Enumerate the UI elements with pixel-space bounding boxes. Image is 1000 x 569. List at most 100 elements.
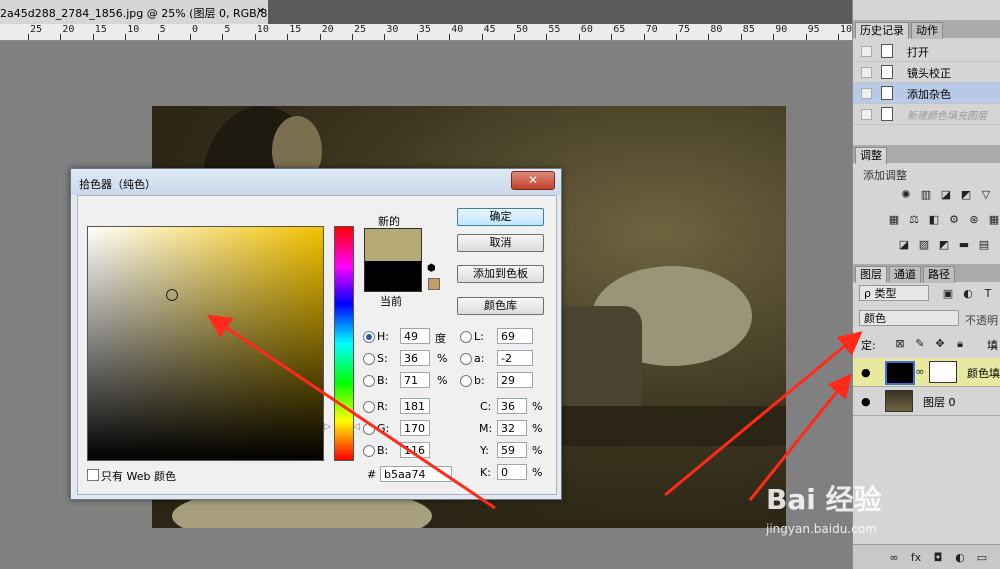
color-libraries-button[interactable]: 颜色库 (457, 297, 544, 315)
history-item-selected[interactable]: 添加杂色 (853, 83, 1000, 104)
hue-slider[interactable] (334, 226, 354, 461)
radio-b[interactable] (363, 375, 375, 387)
lock-paint-icon[interactable]: ✎ (913, 337, 927, 350)
lock-transparent-icon[interactable]: ⊠ (893, 337, 907, 350)
history-checkbox[interactable] (861, 88, 872, 99)
input-m[interactable]: 32 (497, 420, 527, 436)
ok-button[interactable]: 确定 (457, 208, 544, 226)
add-to-swatches-button[interactable]: 添加到色板 (457, 265, 544, 283)
adjustment-icon[interactable]: ▦ (887, 213, 901, 226)
input-blue[interactable]: 116 (400, 442, 430, 458)
adjustment-icon[interactable]: ◩ (959, 188, 973, 201)
input-g[interactable]: 170 (400, 420, 430, 436)
adjustment-icon[interactable]: ◧ (927, 213, 941, 226)
unit-m: % (532, 422, 543, 435)
input-lab-b[interactable]: 29 (497, 372, 533, 388)
tab-actions[interactable]: 动作 (911, 22, 943, 39)
blend-mode-select[interactable]: 颜色 (859, 310, 959, 326)
adjustment-filter-icon[interactable]: ◐ (961, 287, 975, 300)
type-filter-icon[interactable]: T (981, 287, 995, 300)
unit-k: % (532, 466, 543, 479)
history-checkbox[interactable] (861, 67, 872, 78)
tab-layers[interactable]: 图层 (855, 266, 887, 283)
adjustment-icon[interactable]: ⊛ (967, 213, 981, 226)
radio-s[interactable] (363, 353, 375, 365)
layer-filter-select[interactable]: ρ 类型 (859, 285, 929, 301)
adjustment-icon[interactable]: ▽ (979, 188, 993, 201)
history-item[interactable]: 新建颜色填充图层 (853, 104, 1000, 125)
radio-lab-b[interactable] (460, 375, 472, 387)
input-r[interactable]: 181 (400, 398, 430, 414)
input-s[interactable]: 36 (400, 350, 430, 366)
layer-name: 颜色填 (967, 367, 1000, 380)
adjustment-icon[interactable]: ◪ (939, 188, 953, 201)
layer-thumbnail[interactable] (885, 390, 913, 412)
layer-row-layer-0[interactable]: ● 图层 0 (853, 387, 1000, 416)
radio-r[interactable] (363, 401, 375, 413)
input-c[interactable]: 36 (497, 398, 527, 414)
ruler-tick-label: 40 (451, 24, 464, 35)
input-y[interactable]: 59 (497, 442, 527, 458)
layer-row-color-fill[interactable]: ● ∞ 颜色填 (853, 358, 1000, 387)
tab-channels[interactable]: 通道 (889, 266, 921, 283)
color-cursor-icon[interactable] (166, 289, 178, 301)
input-k[interactable]: 0 (497, 464, 527, 480)
fill-thumbnail[interactable] (885, 361, 915, 385)
ruler-tick (578, 34, 580, 40)
ruler-tick-label: 10 (256, 24, 269, 35)
input-l[interactable]: 69 (497, 328, 533, 344)
eye-icon[interactable]: ● (861, 366, 871, 379)
adjustment-icon[interactable]: ◪ (897, 238, 911, 251)
web-only-checkbox[interactable] (87, 469, 99, 481)
layer-name: 图层 0 (923, 396, 956, 409)
unit-y: % (532, 444, 543, 457)
lock-move-icon[interactable]: ✥ (933, 337, 947, 350)
document-tab[interactable]: 2a45d288_2784_1856.jpg @ 25% (图层 0, RGB/… (0, 0, 290, 24)
history-item[interactable]: 打开 (853, 41, 1000, 62)
new-adjustment-icon[interactable]: ◐ (953, 551, 967, 564)
new-group-icon[interactable]: ▭ (975, 551, 989, 564)
cube-icon[interactable]: ⬢ (427, 263, 436, 274)
tab-paths[interactable]: 路径 (923, 266, 955, 283)
history-checkbox[interactable] (861, 46, 872, 57)
mask-thumbnail[interactable] (929, 361, 957, 383)
link-icon[interactable]: ∞ (913, 365, 927, 378)
web-only-label: 只有 Web 颜色 (101, 470, 176, 483)
adjustment-icon[interactable]: ◩ (937, 238, 951, 251)
radio-a[interactable] (460, 353, 472, 365)
history-item-label: 添加杂色 (907, 88, 951, 101)
adjustment-icon[interactable]: ✺ (899, 188, 913, 201)
history-checkbox[interactable] (861, 109, 872, 120)
adjustment-icon[interactable]: ▦ (987, 213, 1000, 226)
saturation-brightness-field[interactable] (87, 226, 324, 461)
tab-history[interactable]: 历史记录 (855, 22, 909, 39)
adjustment-icon[interactable]: ⚙ (947, 213, 961, 226)
radio-blue[interactable] (363, 445, 375, 457)
close-icon[interactable]: × (256, 4, 266, 18)
history-item[interactable]: 镜头校正 (853, 62, 1000, 83)
radio-h[interactable] (363, 331, 375, 343)
radio-g[interactable] (363, 423, 375, 435)
input-a[interactable]: -2 (497, 350, 533, 366)
image-filter-icon[interactable]: ▣ (941, 287, 955, 300)
adjustment-icon[interactable]: ▨ (917, 238, 931, 251)
tab-adjustments[interactable]: 调整 (855, 147, 887, 164)
ruler-tick (546, 34, 548, 40)
input-b[interactable]: 71 (400, 372, 430, 388)
radio-l[interactable] (460, 331, 472, 343)
close-icon[interactable]: ✕ (511, 171, 555, 190)
adjustment-icon[interactable]: ▥ (919, 188, 933, 201)
hue-slider-right-arrow-icon[interactable]: ◁ (353, 422, 360, 432)
input-h[interactable]: 49 (400, 328, 430, 344)
hex-input[interactable]: b5aa74 (380, 466, 452, 482)
adjustment-icon[interactable]: ▤ (977, 238, 991, 251)
current-color-swatch[interactable] (364, 261, 422, 292)
web-safe-swatch[interactable] (428, 278, 440, 290)
eye-icon[interactable]: ● (861, 395, 871, 408)
hue-slider-left-arrow-icon[interactable]: ▷ (324, 422, 331, 432)
cancel-button[interactable]: 取消 (457, 234, 544, 252)
adjustment-icon[interactable]: ⚖ (907, 213, 921, 226)
adjustment-icon[interactable]: ▬ (957, 238, 971, 251)
dialog-titlebar[interactable]: 拾色器（纯色） ✕ (71, 169, 561, 195)
lock-icon[interactable]: 🔒︎ (953, 337, 967, 350)
